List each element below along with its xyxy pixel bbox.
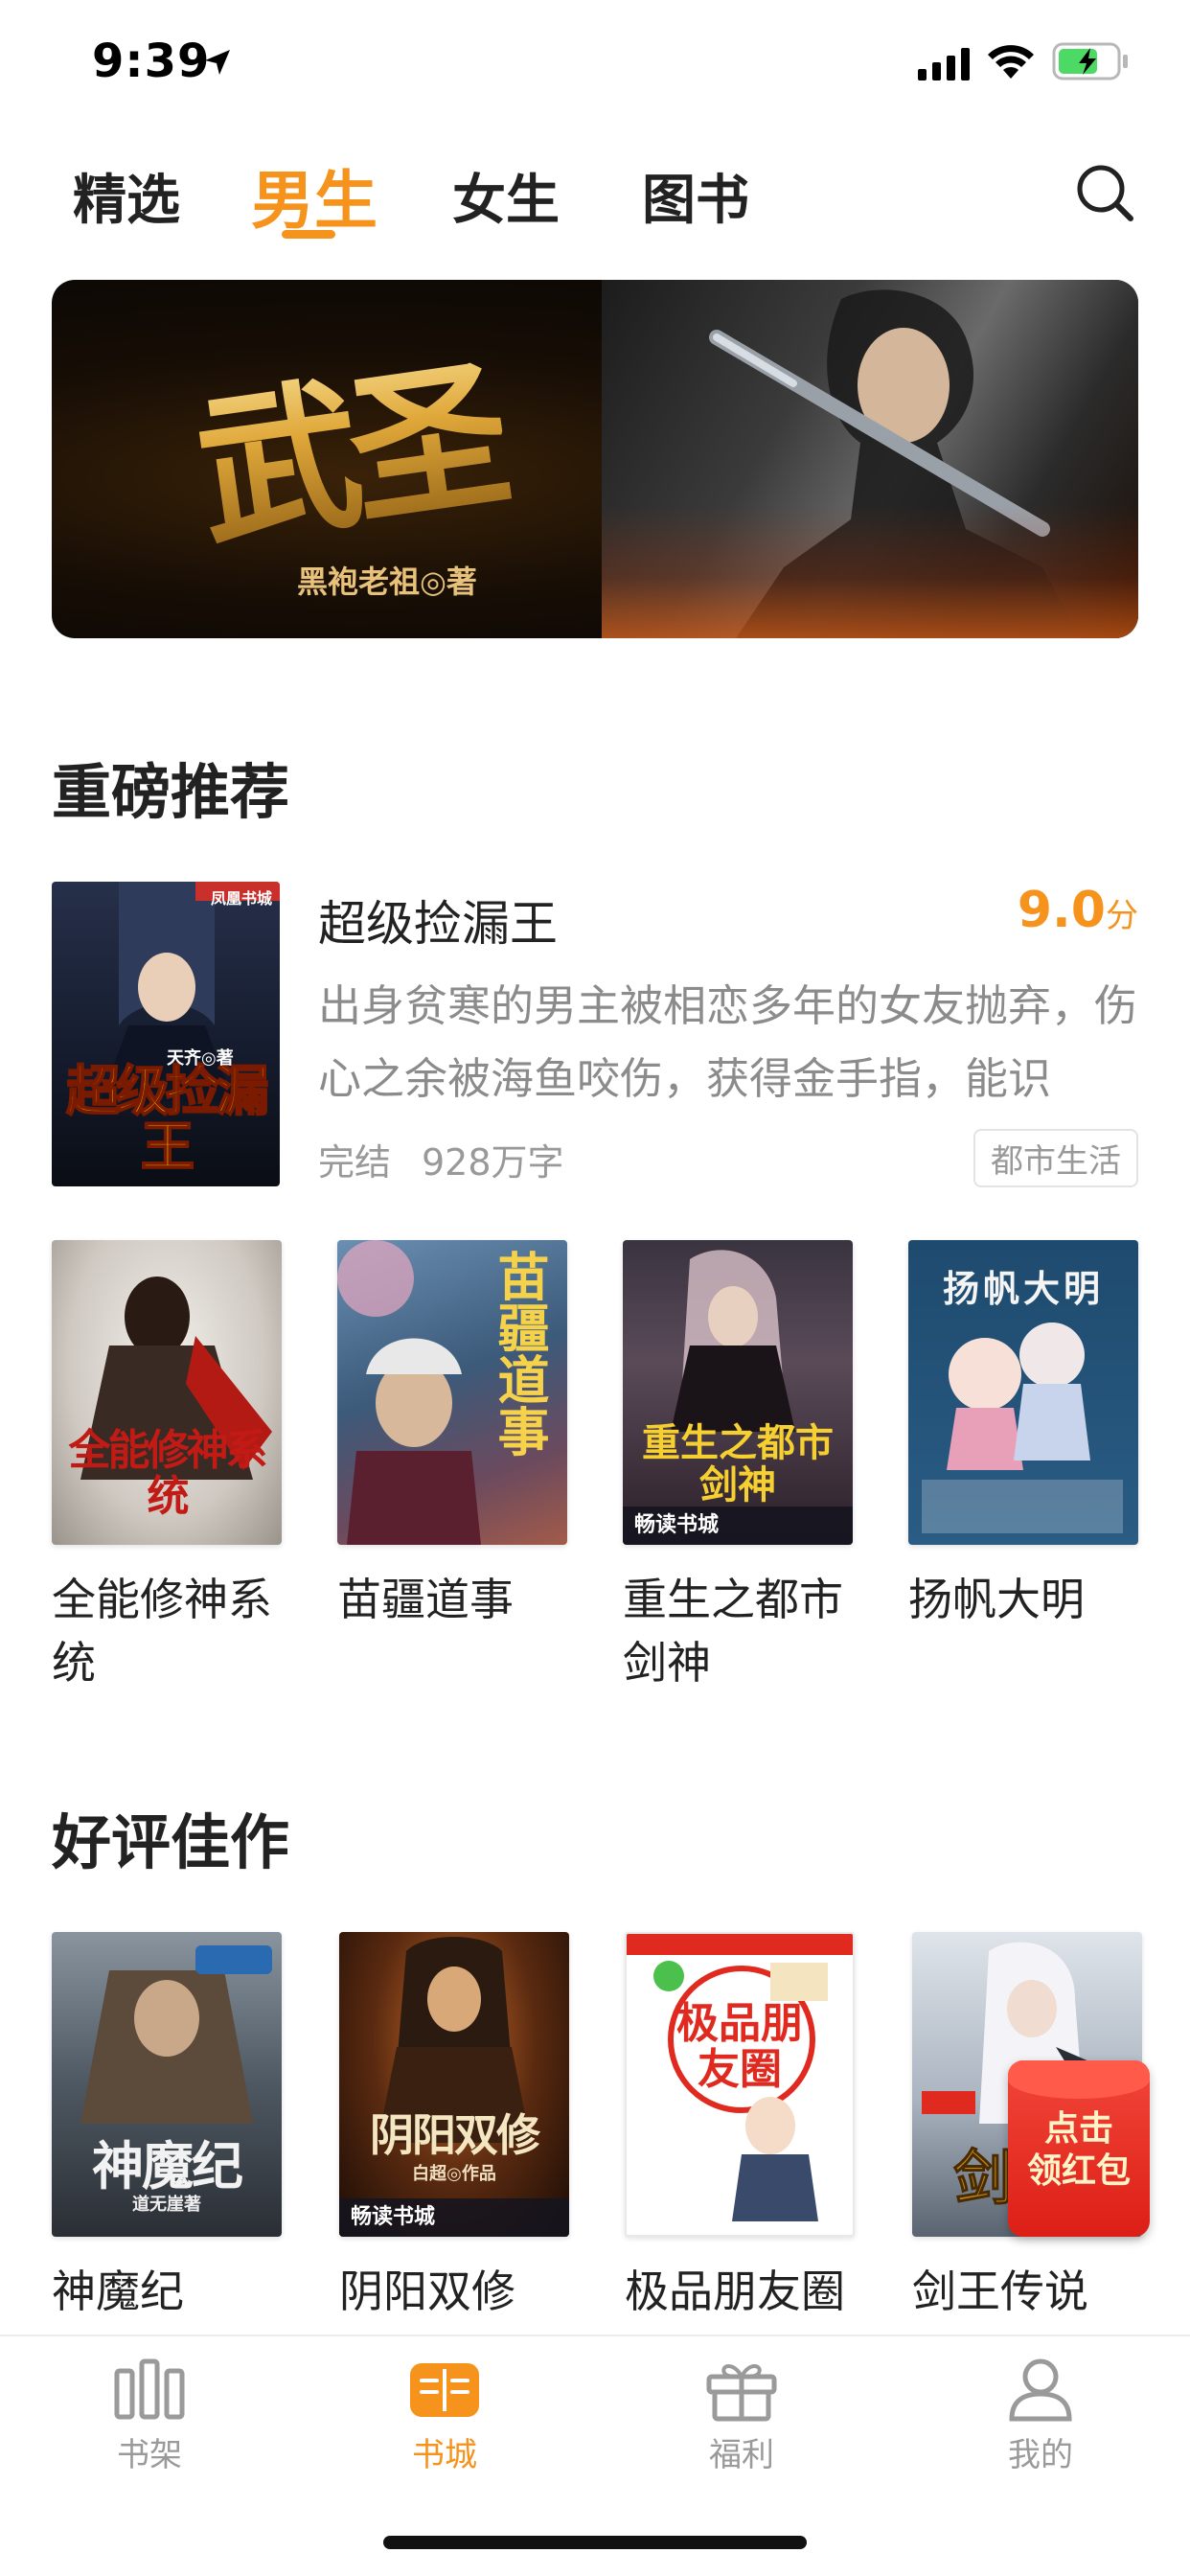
score-value: 9.0: [1017, 882, 1106, 939]
nav-item-bookstore[interactable]: 书城: [349, 2358, 540, 2475]
wifi-icon: [988, 45, 1034, 79]
book-item[interactable]: 极品朋友圈 极品朋友圈: [625, 1932, 855, 2323]
home-indicator: [383, 2536, 807, 2549]
banner-title: 武圣: [180, 302, 516, 578]
nav-item-bookshelf[interactable]: 书架: [54, 2358, 245, 2475]
book-title[interactable]: 苗疆道事: [337, 1568, 577, 1631]
cover-title-text: 超级捡漏王: [65, 1060, 270, 1179]
tab-male[interactable]: 男生: [251, 150, 378, 242]
profile-icon: [1009, 2358, 1072, 2422]
cover-title-text: 扬帆大明: [942, 1267, 1104, 1310]
status-time: 9:39: [92, 34, 211, 88]
tab-featured[interactable]: 精选: [73, 157, 180, 235]
cover-title-text: 苗疆道事: [489, 1250, 550, 1457]
book-title[interactable]: 神魔纪: [52, 2260, 291, 2323]
gift-icon: [706, 2364, 777, 2422]
cover-title-text: 神魔纪: [92, 2135, 243, 2196]
book-cover[interactable]: 扬帆大明: [908, 1240, 1138, 1545]
book-item[interactable]: 苗疆道事 苗疆道事: [337, 1240, 567, 1631]
cover-author: 白超◎作品: [412, 2164, 496, 2184]
book-cover[interactable]: 极品朋友圈: [625, 1932, 855, 2237]
bookstore-icon: [410, 2363, 479, 2417]
red-packet-label: 点击 领红包: [1026, 2109, 1131, 2191]
featured-book-genre-tag[interactable]: 都市生活: [973, 1129, 1138, 1187]
book-title[interactable]: 重生之都市剑神: [623, 1568, 862, 1694]
promo-banner[interactable]: 武圣 黑袍老祖◎著: [52, 280, 1138, 638]
active-tab-indicator: [282, 230, 335, 239]
book-item[interactable]: 扬帆大明 扬帆大明: [908, 1240, 1138, 1631]
book-cover[interactable]: 重生之都市剑神 畅读书城: [623, 1240, 853, 1545]
cover-title-text: 阴阳双修: [370, 2109, 540, 2161]
status-bar: 9:39: [0, 0, 1190, 125]
book-cover[interactable]: 神魔纪 道无崖著: [52, 1932, 282, 2237]
book-item[interactable]: 重生之都市剑神 畅读书城 重生之都市剑神: [623, 1240, 853, 1694]
cover-figure: [378, 1937, 531, 2143]
banner-author: 黑袍老祖◎著: [297, 564, 477, 600]
book-title[interactable]: 全能修神系统: [52, 1568, 291, 1694]
book-cover[interactable]: 凤凰书城 超级捡漏王 天齐◎著: [52, 882, 280, 1186]
book-cover[interactable]: 全能修神系统: [52, 1240, 282, 1545]
nav-label: 福利: [709, 2436, 774, 2474]
book-cover[interactable]: 苗疆道事: [337, 1240, 567, 1545]
nav-label: 我的: [1008, 2436, 1073, 2474]
cellular-signal-icon: [918, 48, 970, 80]
section-title-recommended: 重磅推荐: [52, 757, 290, 827]
featured-book-card[interactable]: 凤凰书城 超级捡漏王 天齐◎著 超级捡漏王 9.0分 出身贫寒的男主被相恋多年的…: [52, 882, 1138, 1188]
book-title[interactable]: 扬帆大明: [908, 1568, 1148, 1631]
cover-author: 道无崖著: [132, 2195, 201, 2215]
cover-badge: 畅读书城: [623, 1506, 853, 1545]
book-item[interactable]: 神魔纪 道无崖著 神魔纪: [52, 1932, 282, 2323]
cover-title-text: 极品朋友圈: [676, 1999, 803, 2094]
location-arrow-icon: [205, 50, 230, 75]
nav-label: 书城: [412, 2436, 477, 2474]
cover-badge: 畅读书城: [339, 2198, 569, 2237]
featured-book-description: 出身贫寒的男主被相恋多年的女友抛弃，伤心之余被海鱼咬伤，获得金手指，能识: [318, 980, 1138, 1104]
featured-book-status: 完结: [318, 1141, 392, 1184]
score-unit: 分: [1106, 897, 1138, 935]
featured-book-title[interactable]: 超级捡漏王: [318, 886, 558, 954]
book-item[interactable]: 全能修神系统 全能修神系统: [52, 1240, 282, 1694]
book-title[interactable]: 剑王传说: [912, 2260, 1152, 2323]
search-icon[interactable]: [1071, 159, 1138, 226]
featured-book-score: 9.0分: [1018, 882, 1138, 939]
tab-female[interactable]: 女生: [452, 157, 560, 235]
red-packet-button[interactable]: 点击 领红包: [1008, 2060, 1150, 2237]
banner-flames: [602, 504, 1138, 638]
nav-label: 书架: [117, 2436, 182, 2474]
red-packet-flap: [1008, 2060, 1150, 2099]
book-title[interactable]: 阴阳双修: [339, 2260, 579, 2323]
section-title-acclaimed: 好评佳作: [52, 1807, 290, 1877]
cover-title-text: 重生之都市剑神: [642, 1420, 834, 1507]
book-title[interactable]: 极品朋友圈: [625, 2260, 864, 2323]
nav-item-profile[interactable]: 我的: [945, 2358, 1136, 2475]
category-tabs: 精选 男生 女生 图书: [0, 144, 1190, 249]
book-cover[interactable]: 阴阳双修 白超◎作品 畅读书城: [339, 1932, 569, 2237]
tab-books[interactable]: 图书: [642, 157, 749, 235]
bookshelf-icon: [114, 2358, 185, 2420]
book-item[interactable]: 阴阳双修 白超◎作品 畅读书城 阴阳双修: [339, 1932, 569, 2323]
battery-charging-icon: [1052, 42, 1128, 80]
cover-author: 天齐◎著: [167, 1048, 234, 1069]
cover-publisher: 凤凰书城: [210, 889, 272, 908]
cover-title-text: 全能修神系统: [68, 1426, 268, 1521]
featured-book-word-count: 928万字: [422, 1141, 564, 1184]
nav-item-welfare[interactable]: 福利: [646, 2358, 837, 2475]
